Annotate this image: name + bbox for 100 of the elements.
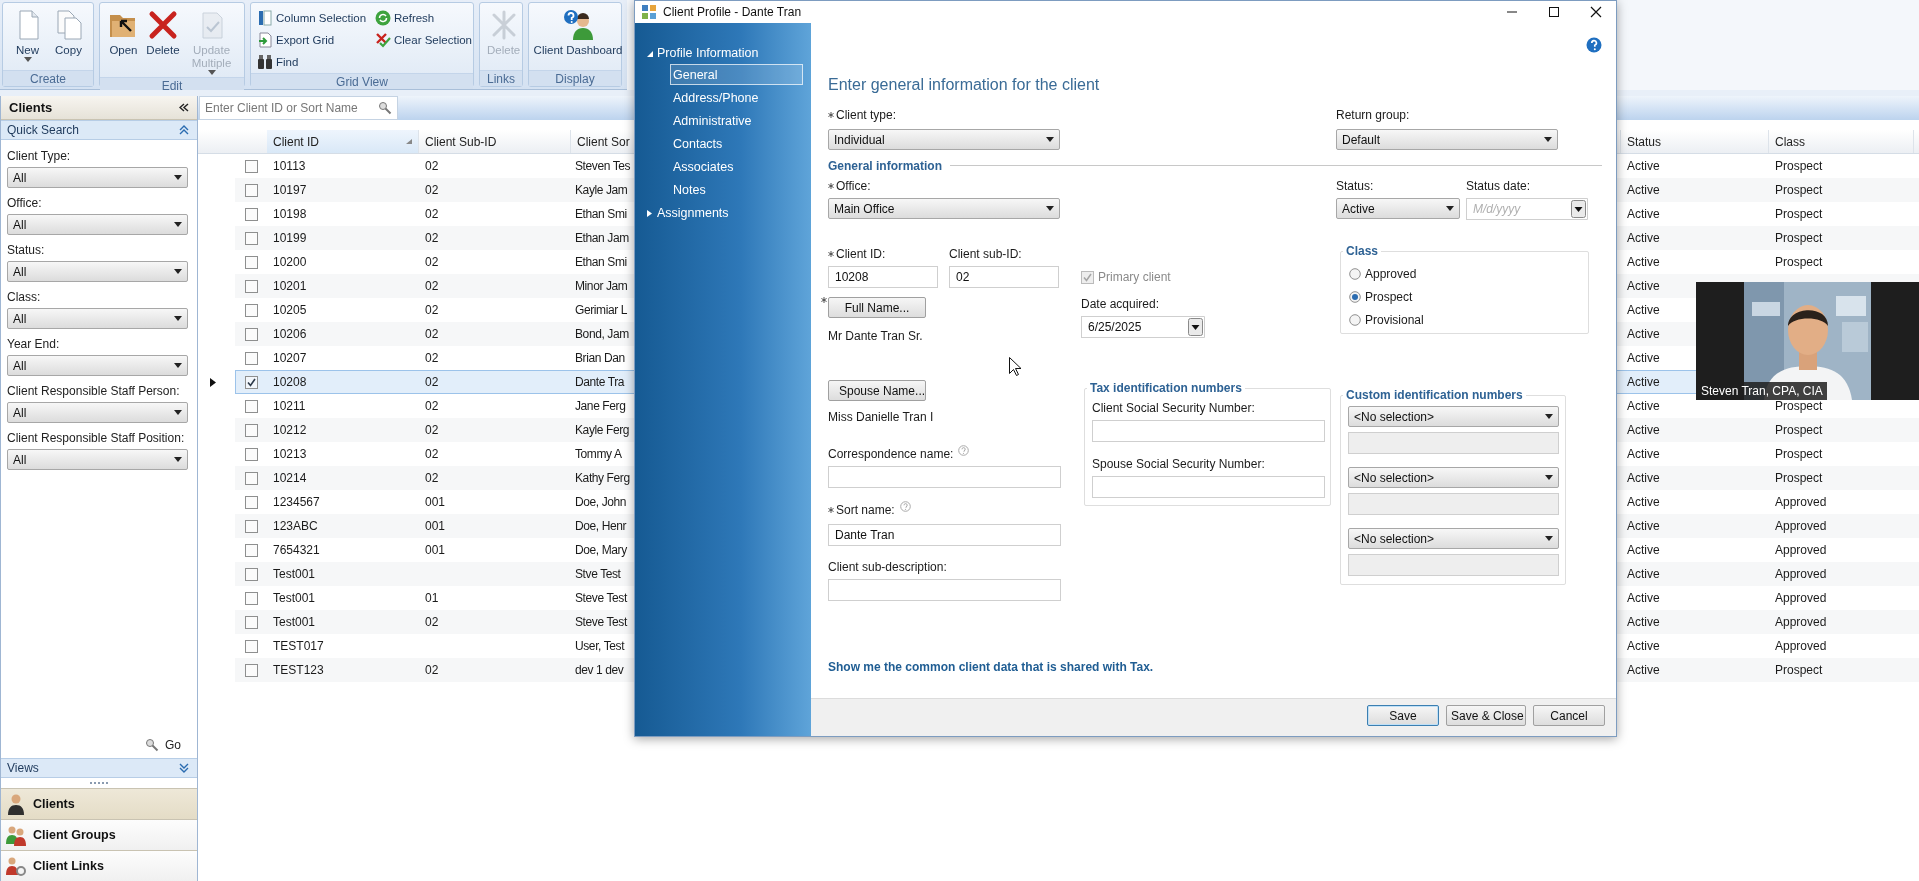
checkbox[interactable] [244,327,258,341]
filter-dropdown[interactable]: All [7,214,188,235]
checkbox[interactable] [244,495,258,509]
filter-dropdown[interactable]: All [7,355,188,376]
client-id-field[interactable]: 10208 [828,266,938,288]
column-header[interactable]: Client ID [267,130,419,153]
help-icon[interactable] [1586,37,1602,53]
collapsed-icon[interactable] [646,209,653,217]
checkbox[interactable] [244,567,258,581]
ribbon-button[interactable]: Copy [49,7,88,59]
checkbox[interactable] [244,375,258,389]
custom-id-field[interactable] [1348,493,1559,515]
checkbox[interactable] [244,543,258,557]
table-cell: 02 [425,663,439,677]
nav-item[interactable]: General [670,64,803,85]
ribbon-button[interactable]: Export Grid [257,32,375,48]
full-name-text: Mr Dante Tran Sr. [828,329,923,344]
return-group-dropdown[interactable]: Default [1336,129,1558,150]
checkbox[interactable] [244,351,258,365]
nav-item[interactable]: Assignments [657,206,729,220]
filter-dropdown[interactable]: All [7,402,188,423]
dropdown-button[interactable] [1570,198,1588,220]
status-dropdown[interactable]: Active [1336,198,1460,219]
dialog-button[interactable]: Save & Close [1446,705,1526,726]
ribbon-button[interactable]: Open [104,7,143,59]
checkbox[interactable] [244,591,258,605]
expand-icon[interactable] [179,763,189,773]
close-icon[interactable] [1590,6,1602,18]
go-button[interactable]: Go [145,738,181,752]
nav-item[interactable]: Client Links [1,850,197,881]
checkbox[interactable] [244,519,258,533]
custom-id-dropdown[interactable]: <No selection> [1348,528,1559,549]
ssn-field[interactable] [1092,476,1325,498]
correspondence-name-field[interactable] [828,466,1061,488]
filter-dropdown[interactable]: All [7,449,188,470]
dialog-button[interactable]: Cancel [1533,705,1605,726]
client-type-dropdown[interactable]: Individual [828,129,1060,150]
checkbox[interactable] [244,207,258,221]
checkbox[interactable] [244,303,258,317]
nav-item[interactable]: Contacts [670,133,803,154]
views-bar[interactable]: Views [1,758,197,778]
nav-item[interactable]: Notes [670,179,803,200]
custom-id-dropdown[interactable]: <No selection> [1348,467,1559,488]
ribbon-button[interactable]: Client Dashboard [533,7,623,59]
nav-item[interactable]: Client Groups [1,819,197,850]
quick-search-bar[interactable]: Quick Search [1,120,197,140]
collapse-icon[interactable] [179,125,189,135]
ribbon-button[interactable]: Refresh [375,10,475,26]
ribbon-button[interactable]: Delete [143,7,183,59]
nav-item[interactable]: Profile Information [657,46,759,60]
full-name-button[interactable]: Full Name... [828,297,926,318]
ribbon-button[interactable]: New [8,7,47,64]
checkbox[interactable] [244,231,258,245]
ribbon-button[interactable]: Clear Selection [375,32,475,48]
dialog-button[interactable]: Save [1367,705,1439,726]
shared-data-link[interactable]: Show me the common client data that is shared with Tax. [828,660,1602,674]
people-icon [5,824,27,846]
filter-dropdown[interactable]: All [7,167,188,188]
search-field[interactable]: Enter Client ID or Sort Name [199,96,398,120]
filter-dropdown[interactable]: All [7,261,188,282]
checkbox[interactable] [244,615,258,629]
checkbox[interactable] [244,255,258,269]
sub-description-field[interactable] [828,579,1061,601]
table-cell: Test001 [273,591,316,605]
nav-item[interactable]: Address/Phone [670,87,803,108]
ribbon-button[interactable]: Find [257,54,375,70]
spouse-name-button[interactable]: Spouse Name... [828,380,926,401]
column-header[interactable]: Client Sub-ID [419,130,571,153]
office-dropdown[interactable]: Main Office [828,198,1060,219]
checkbox[interactable] [244,423,258,437]
custom-id-dropdown[interactable]: <No selection> [1348,406,1559,427]
dropdown-button[interactable] [1187,316,1205,338]
custom-id-field[interactable] [1348,432,1559,454]
radio-button[interactable] [1349,290,1361,303]
checkbox[interactable] [244,279,258,293]
ssn-field[interactable] [1092,420,1325,442]
nav-item[interactable]: Administrative [670,110,803,131]
ribbon-button[interactable]: Column Selection [257,10,375,26]
checkbox[interactable] [244,447,258,461]
checkbox[interactable] [244,663,258,677]
collapse-panel-icon[interactable] [179,103,189,112]
checkbox[interactable] [244,471,258,485]
custom-id-field[interactable] [1348,554,1559,576]
radio-button[interactable] [1349,267,1361,280]
table-cell: 001 [425,519,446,533]
checkbox[interactable] [244,399,258,413]
column-header[interactable]: Status [1621,130,1769,153]
client-sub-id-field[interactable]: 02 [949,266,1059,288]
expanded-icon[interactable] [646,49,653,57]
maximize-icon[interactable] [1548,6,1560,18]
radio-button[interactable] [1349,313,1361,326]
filter-dropdown[interactable]: All [7,308,188,329]
checkbox[interactable] [244,639,258,653]
column-header[interactable]: Class [1769,130,1914,153]
checkbox[interactable] [244,183,258,197]
nav-item[interactable]: Associates [670,156,803,177]
checkbox[interactable] [244,159,258,173]
nav-item[interactable]: Clients [1,788,197,819]
sort-name-field[interactable]: Dante Tran [828,524,1061,546]
table-cell: Tommy A [575,447,622,461]
